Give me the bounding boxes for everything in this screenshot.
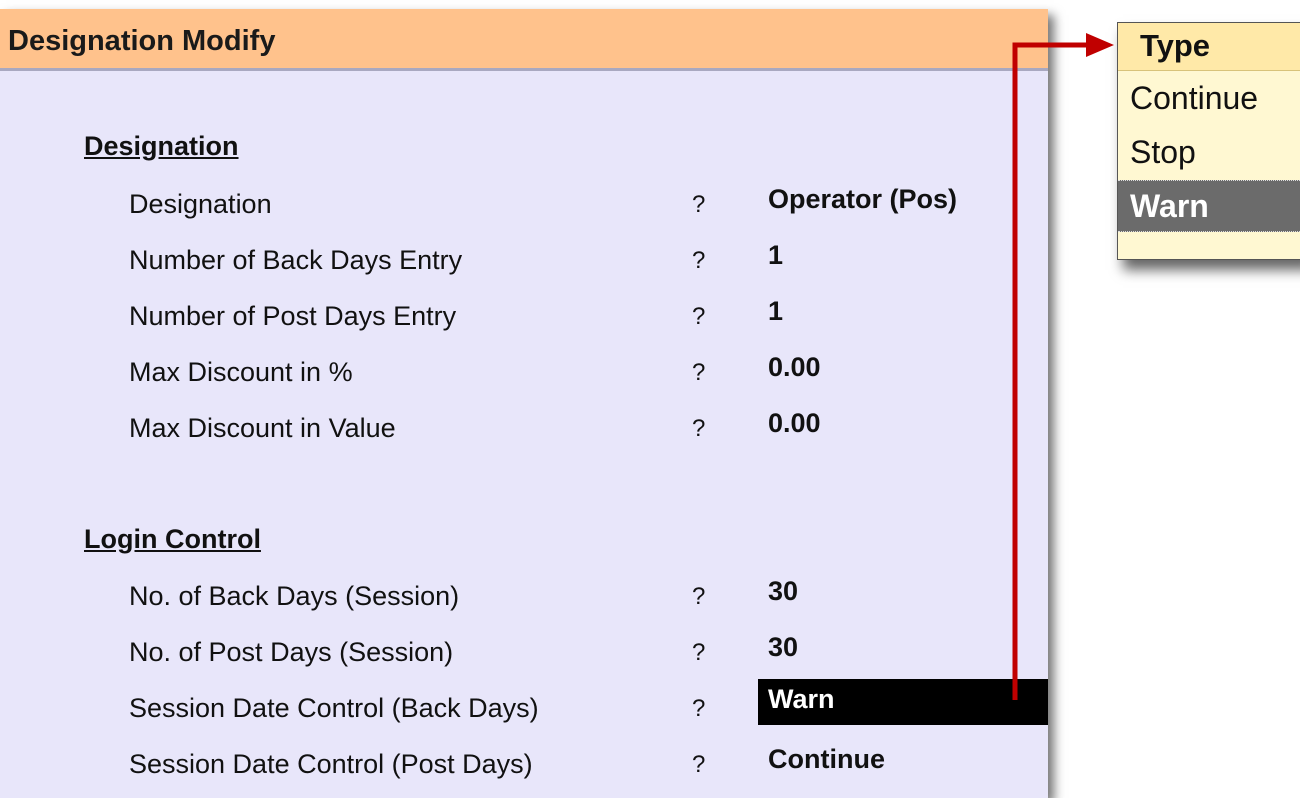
popup-header-label: Type bbox=[1140, 28, 1211, 63]
help-marker[interactable]: ? bbox=[692, 359, 705, 387]
type-popup-list: Type Continue Stop Warn bbox=[1117, 22, 1300, 260]
field-label-session-control-back: Session Date Control (Back Days) bbox=[129, 693, 539, 723]
window-title: Designation Modify bbox=[8, 25, 276, 57]
popup-option-continue[interactable]: Continue bbox=[1118, 73, 1300, 125]
popup-header: Type bbox=[1118, 23, 1300, 71]
section-heading-designation: Designation bbox=[84, 131, 239, 161]
callout-arrow-head bbox=[1086, 33, 1114, 57]
help-marker[interactable]: ? bbox=[692, 303, 705, 331]
popup-option-warn[interactable]: Warn bbox=[1118, 180, 1300, 232]
field-label-post-days-session: No. of Post Days (Session) bbox=[129, 637, 454, 667]
field-value-max-discount-value[interactable]: 0.00 bbox=[768, 408, 821, 439]
field-value-max-discount-percent[interactable]: 0.00 bbox=[768, 352, 821, 383]
field-label-back-days-session: No. of Back Days (Session) bbox=[129, 581, 460, 611]
section-heading-login-control: Login Control bbox=[84, 524, 261, 554]
title-bar: Designation Modify bbox=[0, 9, 1048, 71]
field-label-max-discount-value: Max Discount in Value bbox=[129, 413, 396, 443]
screen: Designation Modify Designation Designati… bbox=[0, 0, 1300, 798]
help-marker[interactable]: ? bbox=[692, 751, 705, 779]
field-value-session-control-post[interactable]: Continue bbox=[768, 744, 885, 775]
field-label-designation: Designation bbox=[129, 189, 272, 219]
help-marker[interactable]: ? bbox=[692, 415, 705, 443]
field-label-max-discount-percent: Max Discount in % bbox=[129, 357, 353, 387]
field-value-back-days-session[interactable]: 30 bbox=[768, 576, 798, 607]
field-value-session-control-back[interactable]: Warn bbox=[758, 679, 1048, 725]
field-label-session-control-post: Session Date Control (Post Days) bbox=[129, 749, 533, 779]
field-label-back-days-entry: Number of Back Days Entry bbox=[129, 245, 463, 275]
popup-option-stop[interactable]: Stop bbox=[1118, 127, 1300, 179]
designation-modify-window: Designation Modify Designation Designati… bbox=[0, 9, 1048, 798]
field-value-back-days-entry[interactable]: 1 bbox=[768, 240, 783, 271]
help-marker[interactable]: ? bbox=[692, 191, 705, 219]
help-marker[interactable]: ? bbox=[692, 247, 705, 275]
field-value-post-days-entry[interactable]: 1 bbox=[768, 296, 783, 327]
help-marker[interactable]: ? bbox=[692, 639, 705, 667]
help-marker[interactable]: ? bbox=[692, 583, 705, 611]
help-marker[interactable]: ? bbox=[692, 695, 705, 723]
field-value-post-days-session[interactable]: 30 bbox=[768, 632, 798, 663]
field-value-designation[interactable]: Operator (Pos) bbox=[768, 184, 957, 215]
field-label-post-days-entry: Number of Post Days Entry bbox=[129, 301, 457, 331]
